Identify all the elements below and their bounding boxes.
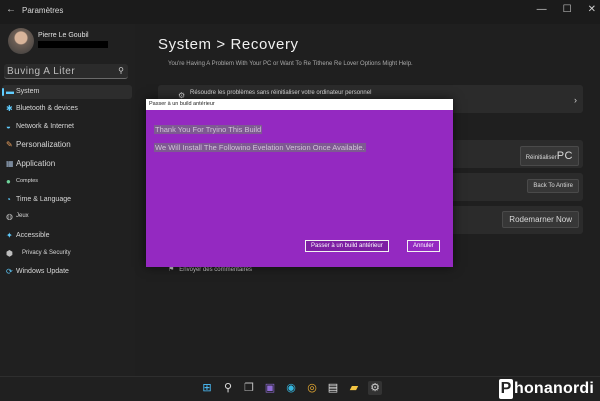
sidebar-item-windows-update[interactable]: ⟳ Windows Update xyxy=(2,265,132,279)
go-back-dialog: Passer à un build antérieur Thank You Fo… xyxy=(146,99,453,267)
minimize-icon[interactable]: — xyxy=(537,4,547,15)
feedback-text: Envoyer des commentaires xyxy=(179,267,252,273)
search-icon[interactable]: ⚲ xyxy=(221,381,235,395)
maximize-icon[interactable]: ☐ xyxy=(563,4,572,15)
sidebar-item-label: Time & Language xyxy=(16,196,71,203)
back-arrow-icon[interactable]: ← xyxy=(6,4,16,15)
sidebar-item-accounts[interactable]: ● Comptes xyxy=(2,175,132,189)
close-icon[interactable]: ✕ xyxy=(588,4,596,15)
widgets-icon[interactable]: ▣ xyxy=(263,381,277,395)
sidebar-item-label: Comptes xyxy=(16,178,39,184)
taskbar: ⊞ ⚲ ❐ ▣ ◉ ◎ ▤ ▰ ⚙ P honanordi xyxy=(0,376,600,401)
sidebar-item-label: Privacy & Security xyxy=(22,250,71,256)
sidebar: Pierre Le Goubil Buving A Liter ⚲ ▬ Syst… xyxy=(0,24,135,376)
sidebar-item-personalization[interactable]: ✎ Personalization xyxy=(2,138,132,152)
search-text: Buving A Liter xyxy=(7,66,76,77)
sidebar-item-bluetooth[interactable]: ✱ Bluetooth & devices xyxy=(2,102,132,116)
globe-icon: ◔ xyxy=(6,195,11,204)
search-input[interactable]: Buving A Liter ⚲ xyxy=(4,64,128,79)
wifi-icon: ◒ xyxy=(6,122,11,131)
accessibility-icon: ✦ xyxy=(6,231,13,240)
sidebar-item-network[interactable]: ◒ Network & Internet xyxy=(2,120,132,134)
sidebar-item-system[interactable]: ▬ System xyxy=(2,85,132,99)
gamepad-icon: ◍ xyxy=(6,212,13,221)
sidebar-item-accessibility[interactable]: ✦ Accessible xyxy=(2,229,132,243)
page-title: System > Recovery xyxy=(158,36,299,53)
task-view-icon[interactable]: ❐ xyxy=(242,381,256,395)
restart-now-button[interactable]: Rodemarner Now xyxy=(502,211,579,228)
sidebar-item-label: Personalization xyxy=(16,140,71,149)
avatar[interactable] xyxy=(8,28,34,54)
dialog-message-1: Thank You For Tryino This Build xyxy=(154,125,263,134)
sidebar-item-label: Bluetooth & devices xyxy=(16,105,78,112)
calendar-icon[interactable]: ▤ xyxy=(326,381,340,395)
user-name: Pierre Le Goubil xyxy=(38,32,89,39)
bluetooth-icon: ✱ xyxy=(6,104,13,113)
sidebar-item-time-language[interactable]: ◔ Time & Language xyxy=(2,193,132,207)
fix-problems-text: Résoudre les problèmes sans réinitialise… xyxy=(190,90,372,96)
taskbar-icons: ⊞ ⚲ ❐ ▣ ◉ ◎ ▤ ▰ ⚙ xyxy=(200,381,382,395)
feedback-icon: ⚑ xyxy=(168,266,175,273)
dialog-title: Passer à un build antérieur xyxy=(146,99,453,110)
cancel-button[interactable]: Annuler xyxy=(407,240,440,252)
sidebar-item-label: Jeux xyxy=(16,213,29,219)
settings-icon[interactable]: ⚙ xyxy=(368,381,382,395)
shield-icon: ⬢ xyxy=(6,249,13,258)
sidebar-item-gaming[interactable]: ◍ Jeux xyxy=(2,210,132,224)
start-icon[interactable]: ⊞ xyxy=(200,381,214,395)
go-back-button[interactable]: Back To Antiire xyxy=(527,179,579,193)
person-icon: ● xyxy=(6,177,11,186)
watermark-logo: P honanordi xyxy=(498,379,594,399)
monitor-icon: ▬ xyxy=(6,87,14,96)
reset-pc-button[interactable]: RéinitialiserPC xyxy=(519,146,579,166)
update-icon: ⟳ xyxy=(6,267,13,276)
chevron-right-icon[interactable]: › xyxy=(574,95,577,105)
sidebar-item-label: Application xyxy=(16,159,56,168)
watermark-text: honanordi xyxy=(513,380,594,397)
dialog-message-2: We Will Install The Followino Evelation … xyxy=(154,143,366,152)
sidebar-item-label: System xyxy=(16,88,40,95)
window-controls: — ☐ ✕ xyxy=(537,4,596,15)
go-back-confirm-button[interactable]: Passer à un build antérieur xyxy=(305,240,389,252)
window-title: Paramètres xyxy=(22,6,64,15)
sidebar-item-apps[interactable]: ▦ Application xyxy=(2,157,132,171)
search-icon[interactable]: ⚲ xyxy=(118,66,124,75)
sidebar-item-privacy[interactable]: ⬢ Privacy & Security xyxy=(2,247,132,261)
sidebar-item-label: Windows Update xyxy=(16,268,69,275)
chrome-icon[interactable]: ◎ xyxy=(305,381,319,395)
selection-indicator xyxy=(2,88,4,96)
watermark-box: P xyxy=(498,379,513,399)
brush-icon: ✎ xyxy=(6,140,13,149)
sidebar-item-label: Network & Internet xyxy=(16,123,74,130)
redacted-email xyxy=(38,41,108,48)
sidebar-item-label: Accessible xyxy=(16,232,50,239)
title-bar: ← Paramètres — ☐ ✕ xyxy=(0,0,600,24)
edge-icon[interactable]: ◉ xyxy=(284,381,298,395)
folder-icon[interactable]: ▰ xyxy=(347,381,361,395)
apps-icon: ▦ xyxy=(6,159,14,168)
page-subtitle: You're Having A Problem With Your PC or … xyxy=(168,61,413,67)
